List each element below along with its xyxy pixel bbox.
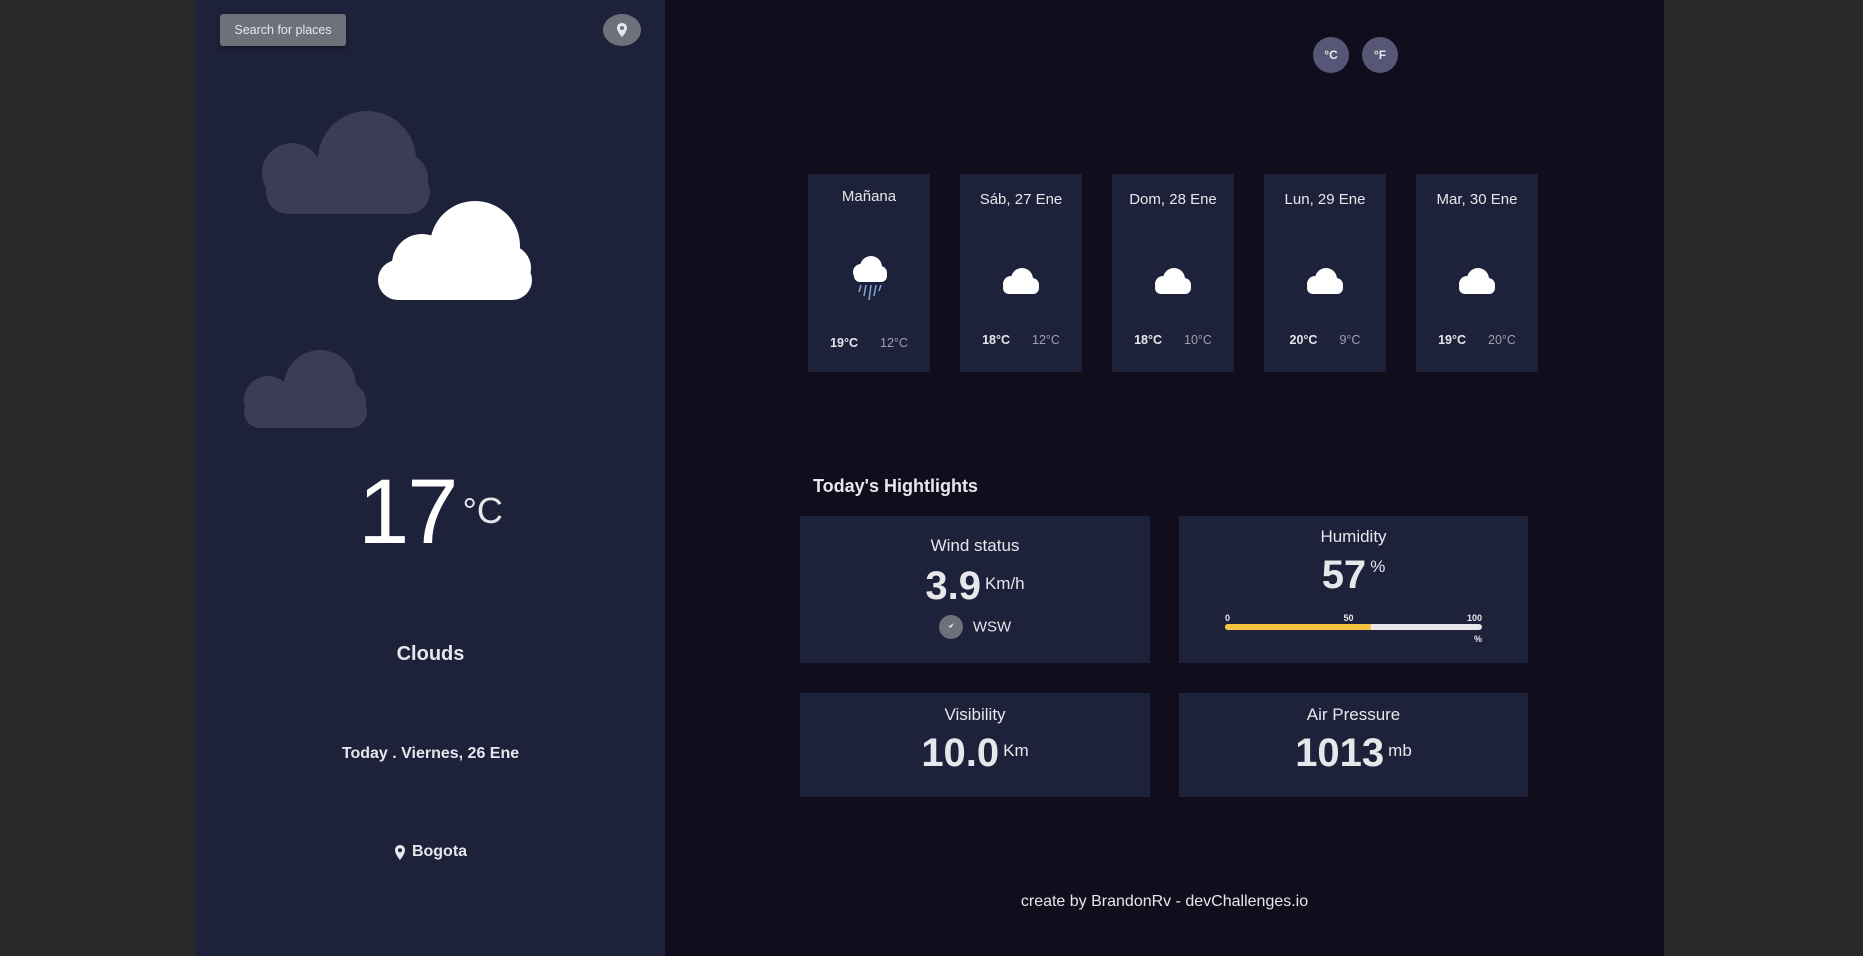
visibility-unit: Km (1003, 741, 1029, 760)
highlights-title: Today's Hightlights (813, 476, 978, 496)
cloud-icon (1003, 268, 1039, 294)
pressure-unit: mb (1388, 741, 1412, 760)
bar-tick-100: 100 (1466, 613, 1482, 623)
forecast-max: 20°C (1289, 333, 1318, 347)
wind-value: 3.9 (925, 564, 981, 608)
forecast-card: Dom, 28 Ene 18°C 10°C (1112, 174, 1234, 372)
location-pin-icon (617, 23, 627, 37)
humidity-label: Humidity (1320, 527, 1387, 546)
wind-label: Wind status (930, 536, 1020, 555)
forecast-day: Lun, 29 Ene (1284, 191, 1366, 208)
celsius-button[interactable]: °C (1313, 37, 1349, 73)
forecast-min: 12°C (880, 336, 908, 350)
bar-tick-50: 50 (1343, 613, 1354, 623)
pressure-label: Air Pressure (1306, 705, 1401, 724)
wind-unit: Km/h (984, 574, 1025, 593)
weather-illustration (244, 111, 532, 428)
main-panel: °C °F Mañana 19°C 12°C Sáb, 27 Ene 18°C … (665, 0, 1664, 956)
forecast-card: Sáb, 27 Ene 18°C 12°C (960, 174, 1082, 372)
background-cloud-small-icon (244, 350, 367, 428)
humidity-unit: % (1370, 557, 1386, 576)
current-location: Bogota (196, 843, 665, 861)
background-cloud-icon (262, 111, 430, 214)
fahrenheit-button[interactable]: °F (1362, 37, 1398, 73)
humidity-bar-fill (1225, 624, 1372, 630)
wind-direction: WSW (972, 618, 1012, 636)
forecast-day: Mañana (841, 188, 897, 205)
bar-unit: % (1473, 634, 1482, 644)
weather-app: Search for places 17 °C Clouds Today . V… (196, 0, 1664, 956)
wind-status-card: Wind status 3.9 Km/h WSW (800, 516, 1150, 663)
location-name: Bogota (411, 843, 468, 860)
forecast-min: 20°C (1488, 333, 1516, 347)
cloud-icon (1307, 268, 1343, 294)
forecast-max: 19°C (1438, 333, 1466, 347)
forecast-day: Mar, 30 Ene (1436, 191, 1518, 208)
sidebar: Search for places 17 °C Clouds Today . V… (196, 0, 665, 956)
forecast-min: 12°C (1032, 333, 1060, 347)
search-places-button[interactable]: Search for places (220, 14, 346, 46)
forecast-day: Sáb, 27 Ene (979, 191, 1063, 208)
wind-direction-icon (938, 615, 963, 639)
rain-cloud-icon (853, 256, 887, 301)
forecast-max: 18°C (1134, 333, 1162, 347)
current-location-button[interactable] (603, 14, 641, 46)
weather-condition: Clouds (396, 643, 465, 665)
forecast-max: 19°C (830, 336, 858, 350)
temperature-value: 17 (358, 461, 458, 563)
cloud-icon (1459, 268, 1495, 294)
pressure-value: 1013 (1295, 731, 1385, 775)
bar-tick-0: 0 (1225, 613, 1231, 623)
forecast-card: Lun, 29 Ene 20°C 9°C (1264, 174, 1386, 372)
location-pin-icon (394, 844, 405, 860)
forecast-max: 18°C (982, 333, 1010, 347)
temperature-unit: °C (462, 490, 503, 531)
forecast-min: 9°C (1339, 333, 1361, 347)
main-cloud-icon (378, 201, 532, 300)
humidity-bar-track (1225, 624, 1482, 630)
humidity-bar: 0 50 100 % (1225, 613, 1482, 644)
forecast-list: Mañana 19°C 12°C Sáb, 27 Ene 18°C 12°C D… (808, 174, 1538, 372)
humidity-value: 57 (1321, 553, 1367, 597)
current-temperature: 17 °C (196, 460, 665, 565)
visibility-label: Visibility (944, 705, 1006, 724)
air-pressure-card: Air Pressure 1013 mb (1179, 693, 1528, 797)
forecast-min: 10°C (1184, 333, 1212, 347)
forecast-card: Mañana 19°C 12°C (808, 174, 930, 372)
current-date: Today . Viernes, 26 Ene (341, 745, 520, 762)
forecast-day: Dom, 28 Ene (1129, 191, 1217, 208)
humidity-card: Humidity 57% 0 50 100 % (1179, 516, 1528, 663)
forecast-card: Mar, 30 Ene 19°C 20°C (1416, 174, 1538, 372)
footer-credit: create by BrandonRv - devChallenges.io (1020, 893, 1309, 910)
cloud-icon (1155, 268, 1191, 294)
visibility-card: Visibility 10.0 Km (800, 693, 1150, 797)
visibility-value: 10.0 (921, 731, 1000, 775)
